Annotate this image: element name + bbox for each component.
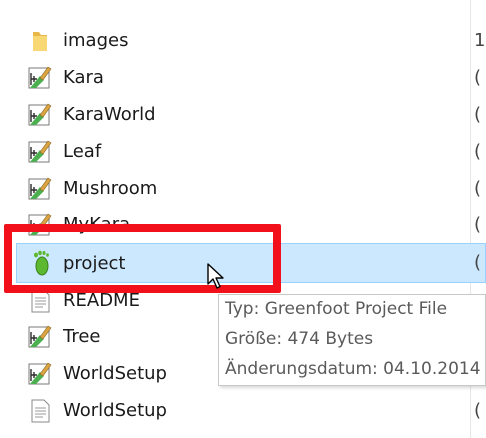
column-value: ( (474, 141, 482, 162)
column-value: ( (474, 400, 482, 421)
text-file-icon (31, 399, 50, 423)
file-name: KaraWorld (63, 104, 156, 125)
column-value: ( (474, 104, 482, 125)
file-name: Mushroom (63, 178, 158, 199)
mouse-cursor-icon (207, 263, 224, 289)
java-file-icon (28, 177, 52, 200)
java-file-icon (28, 362, 52, 385)
column-value: ( (474, 214, 482, 235)
tooltip-date: Änderungsdatum: 04.10.2014 (225, 359, 481, 379)
file-name: Leaf (63, 141, 102, 162)
folder-icon (33, 32, 47, 51)
file-name: WorldSetup (63, 363, 167, 384)
highlight-box (4, 224, 281, 293)
file-tooltip: Typ: Greenfoot Project File Größe: 474 B… (218, 294, 486, 386)
column-value: ( (474, 67, 482, 88)
file-name: Kara (63, 67, 104, 88)
tooltip-type: Typ: Greenfoot Project File (225, 299, 448, 319)
list-item[interactable]: Leaf (22, 134, 470, 170)
list-item[interactable]: Kara (22, 60, 470, 96)
column-value: 1 (474, 30, 486, 51)
file-name: WorldSetup (63, 400, 167, 421)
file-name: Tree (63, 326, 101, 347)
java-file-icon (28, 66, 52, 89)
java-file-icon (28, 140, 52, 163)
list-item[interactable]: WorldSetup (22, 393, 470, 429)
file-name: images (63, 30, 129, 51)
list-item[interactable]: KaraWorld (22, 97, 470, 133)
column-value: ( (474, 252, 482, 273)
column-value: ( (474, 178, 482, 199)
java-file-icon (28, 103, 52, 126)
list-item[interactable]: Mushroom (22, 171, 470, 207)
list-item[interactable]: images (22, 23, 470, 59)
java-file-icon (28, 325, 52, 348)
tooltip-size: Größe: 474 Bytes (225, 329, 374, 349)
